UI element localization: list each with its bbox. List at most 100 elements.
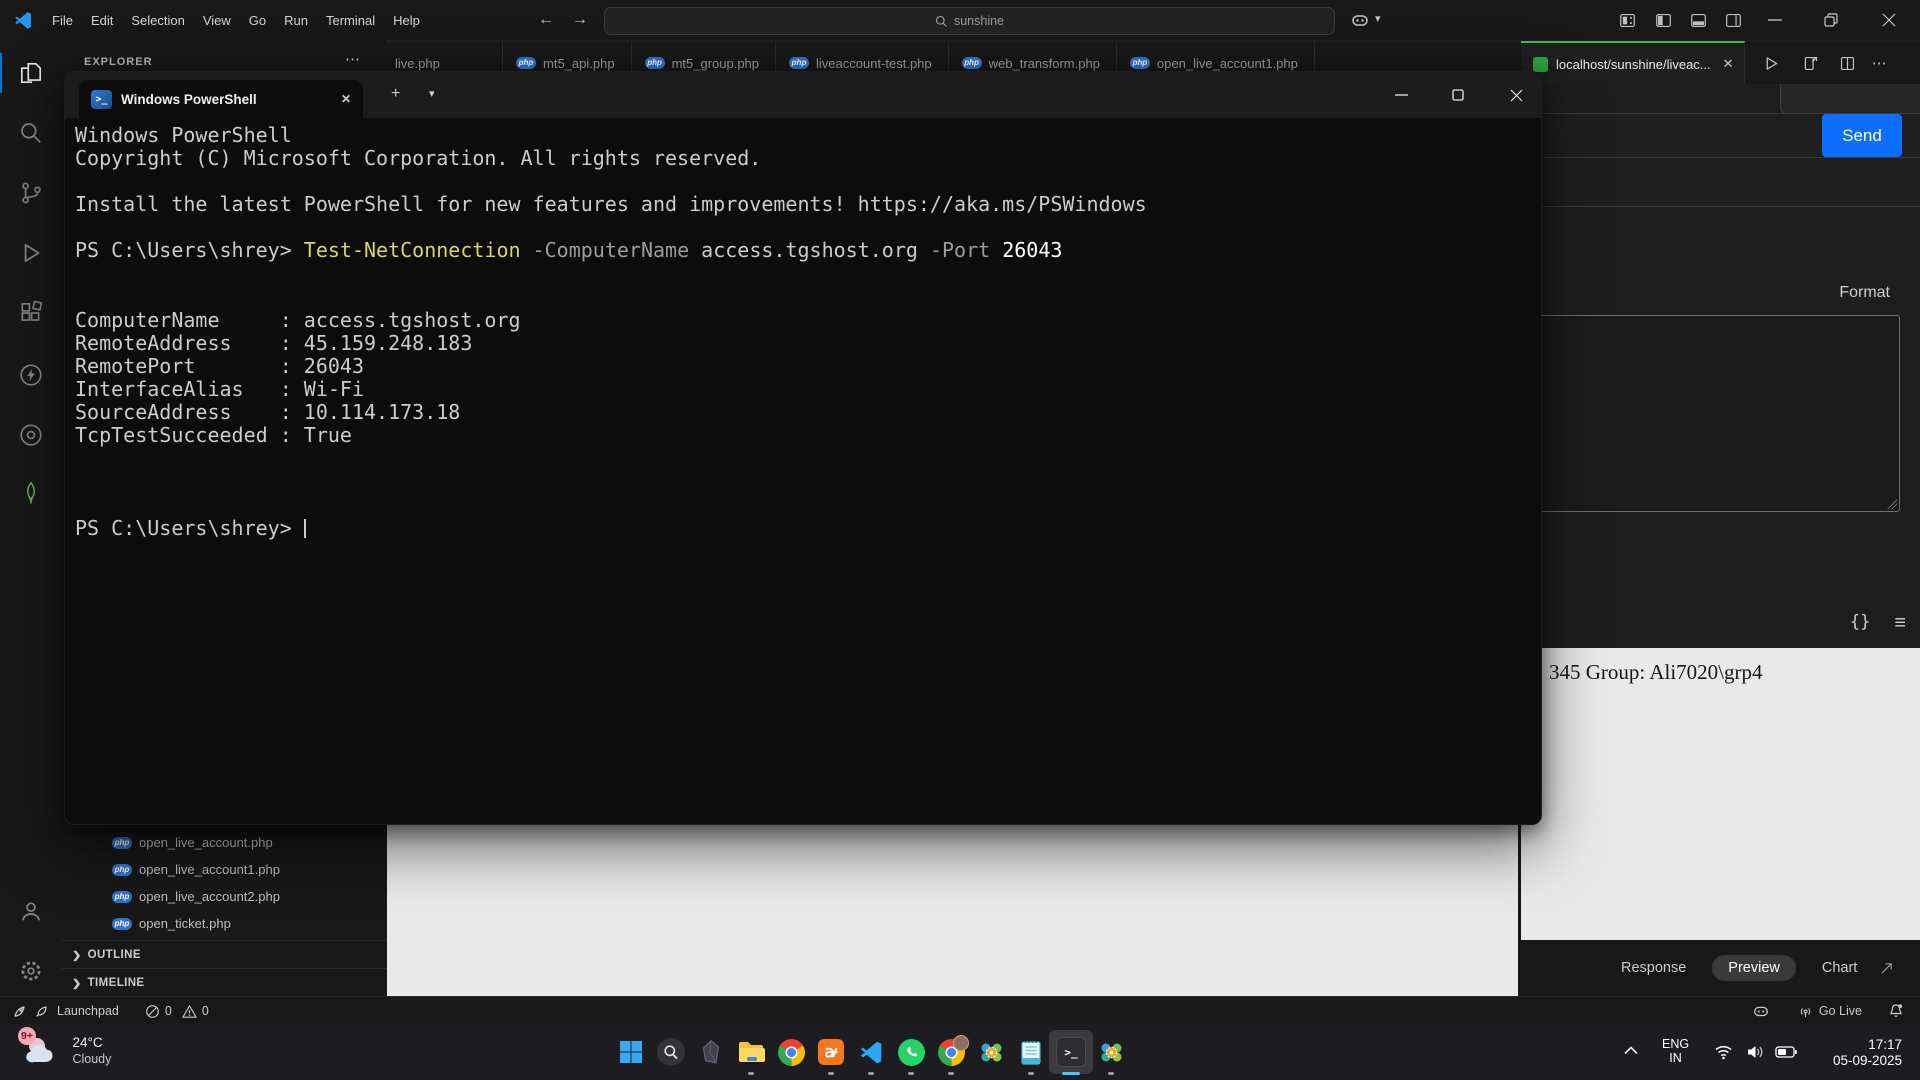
menu-terminal[interactable]: Terminal	[317, 13, 384, 28]
run-debug-icon[interactable]	[18, 240, 44, 266]
rocket-icon[interactable]	[34, 1003, 50, 1019]
notepad-icon[interactable]	[1013, 1034, 1049, 1070]
close-tab-icon[interactable]: ✕	[1723, 56, 1734, 72]
toggle-secondary-sidebar-icon[interactable]	[1725, 12, 1742, 29]
settings-gear-icon[interactable]	[18, 958, 44, 984]
expand-arrow-icon[interactable]	[1879, 961, 1894, 976]
timeline-section[interactable]: ❯ TIMELINE	[62, 968, 387, 997]
errors-icon[interactable]	[145, 1004, 160, 1019]
whatsapp-icon[interactable]	[893, 1034, 929, 1070]
extensions-icon[interactable]	[18, 300, 44, 326]
menu-help[interactable]: Help	[384, 13, 429, 28]
notifications-bell-icon[interactable]	[1888, 1003, 1904, 1019]
restore-button[interactable]	[1824, 13, 1838, 27]
tab-dropdown-icon[interactable]: ▾	[429, 87, 435, 100]
menu-edit[interactable]: Edit	[82, 13, 122, 28]
forward-arrow-icon[interactable]: →	[564, 11, 596, 29]
go-live-label[interactable]: Go Live	[1819, 1004, 1862, 1018]
search-view-icon[interactable]	[18, 120, 44, 146]
obsidian-icon[interactable]	[693, 1034, 729, 1070]
menu-file[interactable]: File	[43, 13, 82, 28]
account-icon[interactable]	[18, 898, 44, 924]
menu-lines-icon[interactable]: ≡	[1894, 612, 1906, 635]
launchpad-label[interactable]: Launchpad	[57, 1004, 119, 1018]
menu-run[interactable]: Run	[275, 13, 317, 28]
file-explorer-icon[interactable]	[733, 1034, 769, 1070]
battery-icon[interactable]	[1775, 1046, 1797, 1058]
more-actions-icon[interactable]: ⋯	[1872, 54, 1887, 72]
file-item[interactable]: php open_live_account.php	[62, 829, 387, 856]
toggle-panel-icon[interactable]	[1690, 12, 1707, 29]
file-name: open_ticket.php	[139, 916, 231, 931]
warnings-icon[interactable]	[182, 1004, 197, 1019]
language-indicator[interactable]: ENGIN	[1662, 1037, 1689, 1065]
copilot-icon[interactable]	[1350, 10, 1370, 30]
menu-view[interactable]: View	[194, 13, 240, 28]
menu-selection[interactable]: Selection	[122, 13, 193, 28]
chrome-profile-icon[interactable]	[933, 1034, 969, 1070]
rocket-badge-icon[interactable]	[12, 1003, 28, 1019]
code-braces-icon[interactable]: {}	[1850, 612, 1870, 635]
command-center-search[interactable]: sunshine	[604, 7, 1335, 35]
split-editor-icon[interactable]	[1839, 55, 1856, 72]
terminal-close-button[interactable]	[1493, 72, 1539, 118]
tray-chevron-up-icon[interactable]	[1624, 1046, 1638, 1055]
activity-bar	[0, 40, 62, 1024]
php-file-icon: php	[645, 57, 665, 69]
weather-widget[interactable]: 9+ 24°C Cloudy	[24, 1034, 111, 1073]
explorer-icon[interactable]	[18, 60, 44, 86]
taskbar-clock[interactable]: 17:17 05-09-2025	[1833, 1037, 1902, 1069]
taskbar-search-icon[interactable]	[653, 1034, 689, 1070]
tab-response[interactable]: Response	[1621, 960, 1686, 976]
terminal-content[interactable]: Windows PowerShell Copyright (C) Microso…	[65, 118, 1541, 824]
remote-explorer-icon[interactable]	[18, 422, 44, 448]
terminal-minimize-button[interactable]	[1378, 72, 1424, 118]
customize-layout-icon[interactable]	[1619, 12, 1636, 29]
thunder-client-icon[interactable]	[18, 362, 44, 388]
chrome-icon[interactable]	[773, 1034, 809, 1070]
copilot-status-icon[interactable]	[1752, 1002, 1770, 1020]
send-button[interactable]: Send	[1822, 114, 1902, 157]
back-arrow-icon[interactable]: ←	[530, 11, 562, 29]
vscode-taskbar-icon[interactable]	[853, 1034, 889, 1070]
volume-icon[interactable]	[1746, 1044, 1764, 1060]
mongodb-icon[interactable]	[18, 480, 44, 506]
format-label[interactable]: Format	[1839, 284, 1890, 302]
terminal-maximize-button[interactable]	[1435, 72, 1481, 118]
new-tab-icon[interactable]: +	[391, 85, 400, 103]
source-control-icon[interactable]	[18, 180, 44, 206]
views-more-actions-icon[interactable]: ⋯	[345, 50, 360, 68]
gear-flower-app-icon-2[interactable]	[1093, 1034, 1129, 1070]
outline-section[interactable]: ❯ OUTLINE	[62, 940, 387, 969]
tab-localhost-sunshine[interactable]: localhost/sunshine/liveac... ✕	[1521, 41, 1745, 85]
run-file-icon[interactable]	[1763, 55, 1780, 72]
terminal-prompt-line[interactable]: PS C:\Users\shrey>	[75, 517, 1541, 540]
response-text: 345 Group: Ali7020\grp4	[1549, 660, 1763, 685]
menu-go[interactable]: Go	[240, 13, 275, 28]
close-tab-icon[interactable]: ✕	[341, 92, 351, 106]
wifi-icon[interactable]	[1714, 1044, 1733, 1060]
start-button[interactable]	[613, 1034, 649, 1070]
terminal-taskbar-icon[interactable]: >_	[1053, 1034, 1089, 1070]
file-item[interactable]: php open_live_account1.php	[62, 856, 387, 883]
close-button[interactable]	[1882, 13, 1896, 27]
terminal-tab[interactable]: >_ Windows PowerShell ✕	[79, 80, 363, 118]
running-indicator	[908, 1072, 914, 1075]
terminal-titlebar[interactable]: >_ Windows PowerShell ✕ + ▾	[65, 72, 1541, 118]
toggle-sidebar-icon[interactable]	[1655, 12, 1672, 29]
broadcast-icon[interactable]	[1798, 1004, 1813, 1019]
powershell-window[interactable]: >_ Windows PowerShell ✕ + ▾ Windows Powe…	[64, 71, 1542, 825]
xampp-icon[interactable]: ꜻ	[813, 1034, 849, 1070]
chevron-down-icon[interactable]: ▾	[1375, 12, 1381, 25]
open-in-browser-icon[interactable]	[1802, 55, 1819, 72]
file-item[interactable]: php open_live_account2.php	[62, 883, 387, 910]
desktop: File Edit Selection View Go Run Terminal…	[0, 0, 1920, 1080]
tab-preview[interactable]: Preview	[1712, 955, 1796, 981]
file-item[interactable]: php open_ticket.php	[62, 910, 387, 937]
request-body-textarea[interactable]	[1535, 315, 1900, 512]
resize-grip[interactable]	[1887, 499, 1897, 509]
gear-flower-app-icon[interactable]	[973, 1034, 1009, 1070]
tab-chart[interactable]: Chart	[1822, 960, 1857, 976]
minimize-button[interactable]	[1768, 19, 1782, 21]
url-input-partial[interactable]	[1780, 84, 1920, 114]
